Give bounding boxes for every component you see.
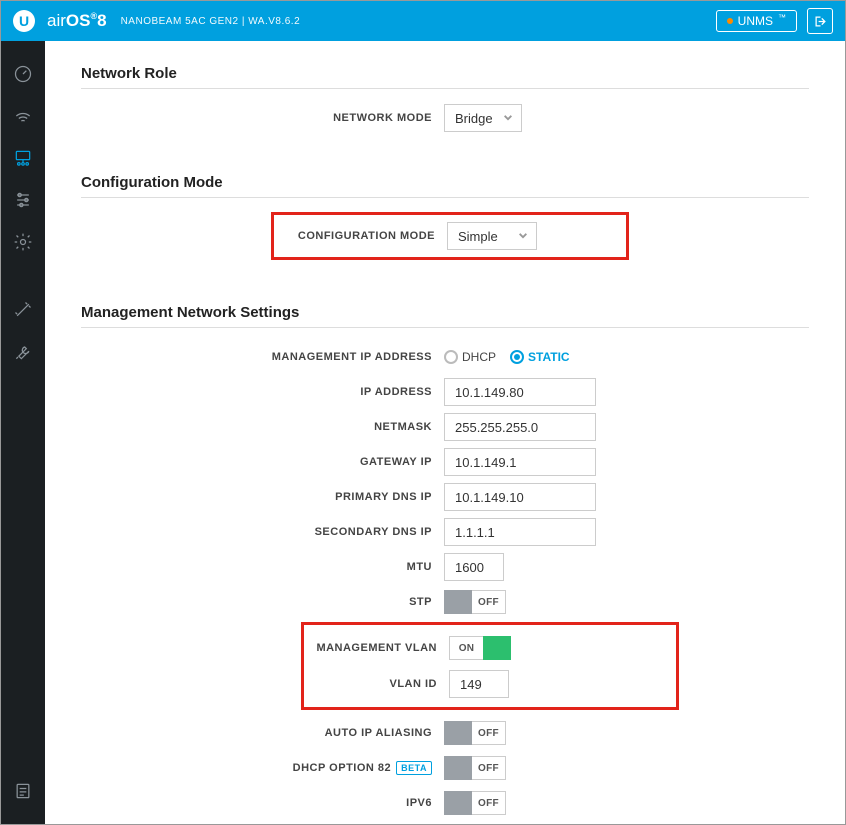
stp-toggle-label: OFF	[472, 590, 506, 614]
wand-icon	[13, 300, 33, 320]
mgmt-vlan-toggle-label: ON	[449, 636, 483, 660]
unms-button[interactable]: UNMS™	[716, 10, 797, 32]
ipv6-toggle[interactable]: OFF	[444, 791, 506, 815]
config-mode-highlight: CONFIGURATION MODE Simple	[271, 212, 629, 260]
radio-icon	[444, 350, 458, 364]
stp-label: STP	[81, 596, 444, 608]
chevron-down-icon	[503, 111, 513, 126]
auto-ip-toggle-label: OFF	[472, 721, 506, 745]
network-mode-select[interactable]: Bridge	[444, 104, 522, 132]
log-icon	[13, 781, 33, 801]
sidebar-item-log[interactable]	[1, 772, 45, 810]
network-mode-value: Bridge	[455, 111, 493, 126]
logout-icon	[813, 14, 828, 29]
mgmt-vlan-toggle[interactable]: ON	[449, 636, 511, 660]
beta-badge: BETA	[396, 761, 432, 775]
dhcp82-toggle-label: OFF	[472, 756, 506, 780]
section-title-config-mode: Configuration Mode	[81, 174, 809, 191]
divider	[81, 327, 809, 328]
config-mode-value: Simple	[458, 229, 498, 244]
gauge-icon	[13, 64, 33, 84]
sidebar-item-system[interactable]	[1, 223, 45, 261]
logout-button[interactable]	[807, 8, 833, 34]
stp-toggle[interactable]: OFF	[444, 590, 506, 614]
auto-ip-label: AUTO IP ALIASING	[81, 727, 444, 739]
config-mode-select[interactable]: Simple	[447, 222, 537, 250]
sidebar-item-tools-wand[interactable]	[1, 291, 45, 329]
topbar: U airOS®8 NANOBEAM 5AC GEN2 | WA.V8.6.2 …	[1, 1, 845, 41]
sidebar-item-network[interactable]	[1, 139, 45, 177]
unms-status-dot-icon	[727, 18, 733, 24]
wrench-icon	[13, 342, 33, 362]
unms-label: UNMS	[738, 14, 773, 28]
dhcp82-toggle[interactable]: OFF	[444, 756, 506, 780]
section-title-mgmt: Management Network Settings	[81, 304, 809, 321]
dns2-input[interactable]	[444, 518, 596, 546]
sidebar	[1, 41, 45, 824]
vlan-id-label: VLAN ID	[314, 678, 449, 690]
airos-logo: airOS®8	[47, 11, 107, 31]
ip-address-label: IP ADDRESS	[81, 386, 444, 398]
sliders-icon	[13, 190, 33, 210]
config-mode-label: CONFIGURATION MODE	[282, 230, 447, 242]
sidebar-item-wireless[interactable]	[1, 97, 45, 135]
auto-ip-toggle[interactable]: OFF	[444, 721, 506, 745]
section-title-network-role: Network Role	[81, 65, 809, 82]
ip-address-input[interactable]	[444, 378, 596, 406]
sidebar-item-dashboard[interactable]	[1, 55, 45, 93]
dns2-label: SECONDARY DNS IP	[81, 526, 444, 538]
gateway-input[interactable]	[444, 448, 596, 476]
dns1-label: PRIMARY DNS IP	[81, 491, 444, 503]
network-icon	[13, 148, 33, 168]
ipv6-toggle-label: OFF	[472, 791, 506, 815]
dns1-input[interactable]	[444, 483, 596, 511]
sidebar-item-services[interactable]	[1, 181, 45, 219]
ubiquiti-logo: U	[13, 10, 35, 32]
dhcp-radio-label: DHCP	[462, 350, 496, 364]
radio-icon	[510, 350, 524, 364]
static-radio-label: STATIC	[528, 350, 570, 364]
netmask-label: NETMASK	[81, 421, 444, 433]
gateway-label: GATEWAY IP	[81, 456, 444, 468]
divider	[81, 197, 809, 198]
chevron-down-icon	[518, 229, 528, 244]
mgmt-vlan-label: MANAGEMENT VLAN	[314, 642, 449, 654]
content-area: Network Role NETWORK MODE Bridge Configu…	[45, 41, 845, 824]
ip-mode-static-radio[interactable]: STATIC	[510, 350, 570, 364]
wifi-icon	[13, 106, 33, 126]
device-info: NANOBEAM 5AC GEN2 | WA.V8.6.2	[121, 16, 301, 27]
mtu-input[interactable]	[444, 553, 504, 581]
ip-mode-dhcp-radio[interactable]: DHCP	[444, 350, 496, 364]
divider	[81, 88, 809, 89]
gear-icon	[13, 232, 33, 252]
sidebar-item-tools-wrench[interactable]	[1, 333, 45, 371]
mgmt-ip-mode-label: MANAGEMENT IP ADDRESS	[81, 351, 444, 363]
network-mode-label: NETWORK MODE	[81, 112, 444, 124]
vlan-id-input[interactable]	[449, 670, 509, 698]
mtu-label: MTU	[81, 561, 444, 573]
dhcp82-label: DHCP OPTION 82BETA	[81, 761, 444, 775]
ipv6-label: IPV6	[81, 797, 444, 809]
mgmt-vlan-highlight: MANAGEMENT VLAN ON VLAN ID	[301, 622, 679, 710]
netmask-input[interactable]	[444, 413, 596, 441]
